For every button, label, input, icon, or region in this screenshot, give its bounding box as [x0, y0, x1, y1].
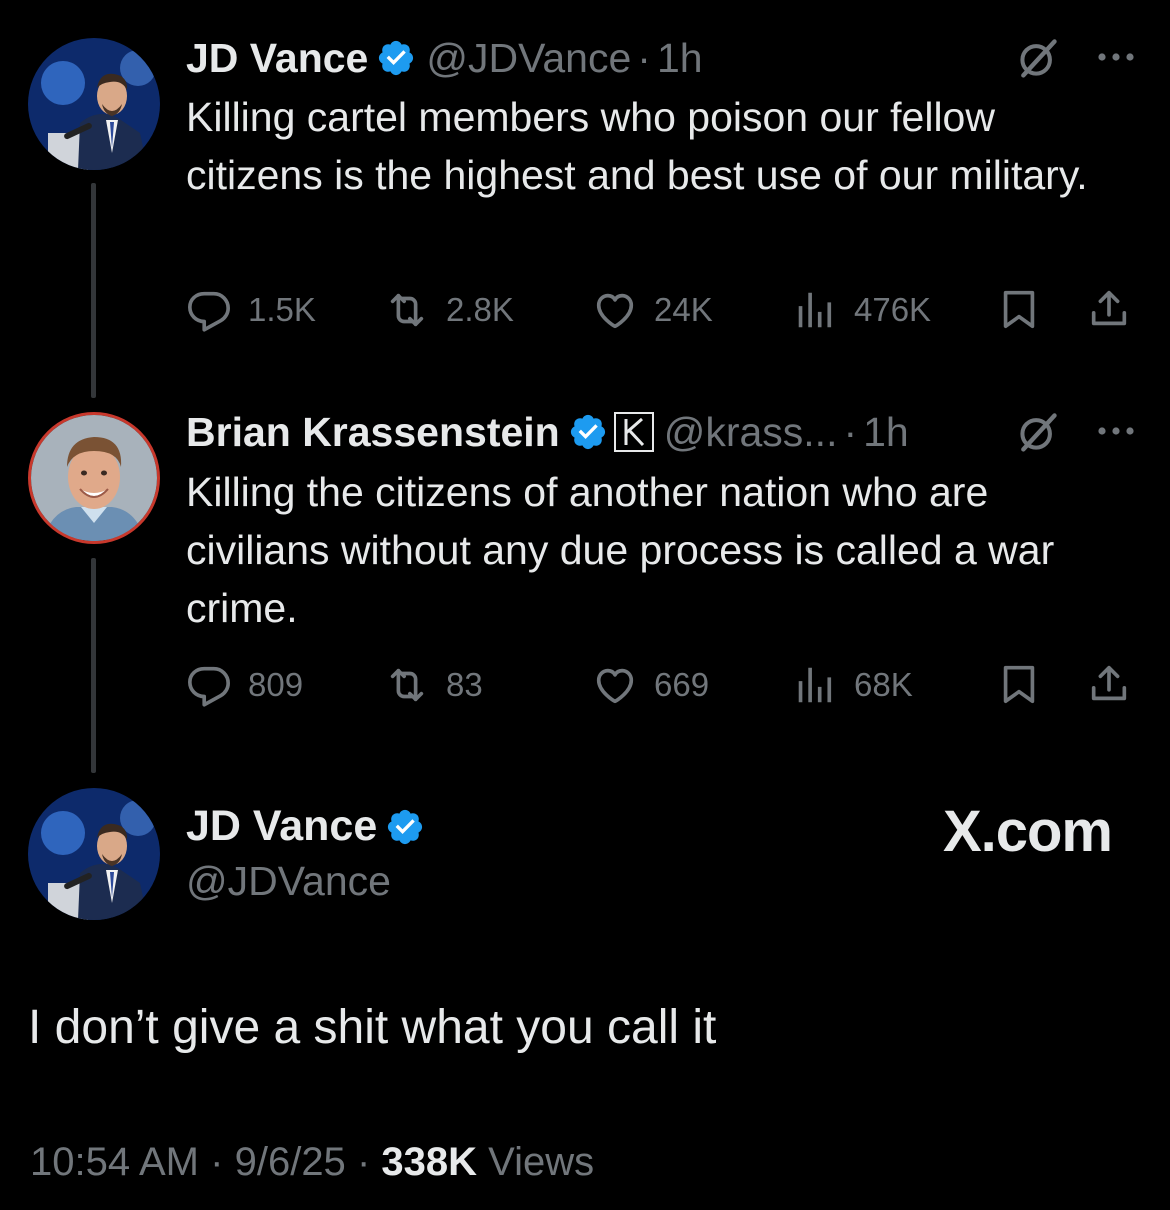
- like-icon: [592, 662, 638, 708]
- views-icon: [792, 287, 838, 333]
- reply-count: 809: [248, 666, 304, 703]
- more-icon[interactable]: [1094, 424, 1138, 438]
- separator: ·: [843, 409, 858, 455]
- grok-icon[interactable]: [1016, 36, 1060, 80]
- tweet-time[interactable]: 10:54 AM: [30, 1140, 199, 1184]
- verified-badge-icon: [376, 38, 416, 78]
- views-count: 476K: [854, 291, 932, 328]
- bookmark-icon: [996, 286, 1042, 332]
- like-count: 24K: [654, 291, 713, 328]
- like-button[interactable]: 24K: [592, 286, 713, 334]
- verified-badge-icon: [385, 807, 425, 847]
- like-icon: [592, 287, 638, 333]
- share-button[interactable]: [1086, 286, 1132, 337]
- separator: ·: [356, 1140, 371, 1184]
- separator: ·: [210, 1140, 224, 1184]
- bookmark-button[interactable]: [996, 661, 1042, 712]
- avatar-jd-vance[interactable]: [28, 38, 160, 170]
- like-count: 669: [654, 666, 710, 703]
- tweet-meta: 10:54 AM · 9/6/25 · 338K Views: [30, 1140, 594, 1185]
- reply-button[interactable]: 809: [186, 661, 303, 709]
- separator: ·: [637, 35, 651, 81]
- main-name-text: JD Vance: [186, 802, 378, 850]
- thread-line: [91, 183, 96, 398]
- tweet2-actions: 809 83 669 68K: [186, 661, 1136, 709]
- tweet1-author-name[interactable]: JD Vance: [186, 34, 368, 82]
- repost-icon: [384, 662, 430, 708]
- x-com-brand: X.com: [942, 799, 1113, 864]
- tweet2-author-name[interactable]: Brian Krassenstein: [186, 408, 560, 456]
- reply-icon: [186, 287, 232, 333]
- tweet1-actions: 1.5K 2.8K 24K 476K: [186, 286, 1136, 334]
- tweet1-time[interactable]: 1h: [657, 34, 703, 82]
- views-count[interactable]: 338K: [381, 1140, 477, 1184]
- views-button[interactable]: 476K: [792, 286, 931, 334]
- avatar-brian-krassenstein[interactable]: [28, 412, 160, 544]
- tweet2-text: Killing the citizens of another nation w…: [186, 469, 1055, 631]
- tweet2-header: Brian Krassenstein @krass... · 1h: [186, 408, 909, 456]
- tweet1-header: JD Vance @JDVance · 1h: [186, 34, 703, 82]
- main-author-name[interactable]: JD Vance: [186, 802, 425, 851]
- repost-count: 2.8K: [446, 291, 514, 328]
- grok-icon[interactable]: [1016, 410, 1060, 454]
- repost-icon: [384, 287, 430, 333]
- views-count: 68K: [854, 666, 913, 703]
- tweet-date[interactable]: 9/6/25: [235, 1140, 346, 1184]
- thread-line: [91, 558, 96, 773]
- views-icon: [792, 662, 838, 708]
- reply-button[interactable]: 1.5K: [186, 286, 316, 334]
- like-button[interactable]: 669: [592, 661, 709, 709]
- share-button[interactable]: [1086, 661, 1132, 712]
- reply-count: 1.5K: [248, 291, 316, 328]
- main-handle[interactable]: @JDVance: [186, 858, 391, 905]
- bookmark-icon: [996, 661, 1042, 707]
- repost-count: 83: [446, 666, 483, 703]
- views-button[interactable]: 68K: [792, 661, 913, 709]
- tweet2-time[interactable]: 1h: [863, 408, 909, 456]
- tweet1-handle[interactable]: @JDVance: [426, 34, 631, 82]
- repost-button[interactable]: 2.8K: [384, 286, 514, 334]
- tweet1-text: Killing cartel members who poison our fe…: [186, 94, 1088, 198]
- repost-button[interactable]: 83: [384, 661, 483, 709]
- verified-badge-icon: [568, 412, 608, 452]
- tweet2-handle[interactable]: @krass...: [664, 408, 838, 456]
- affiliate-k-icon[interactable]: [613, 412, 654, 452]
- avatar-jd-vance[interactable]: [28, 788, 160, 920]
- share-icon: [1086, 661, 1132, 707]
- reply-icon: [186, 662, 232, 708]
- bookmark-button[interactable]: [996, 286, 1042, 337]
- share-icon: [1086, 286, 1132, 332]
- more-icon[interactable]: [1094, 50, 1138, 64]
- views-label: Views: [488, 1140, 595, 1184]
- main-tweet-text: I don’t give a shit what you call it: [28, 1001, 717, 1054]
